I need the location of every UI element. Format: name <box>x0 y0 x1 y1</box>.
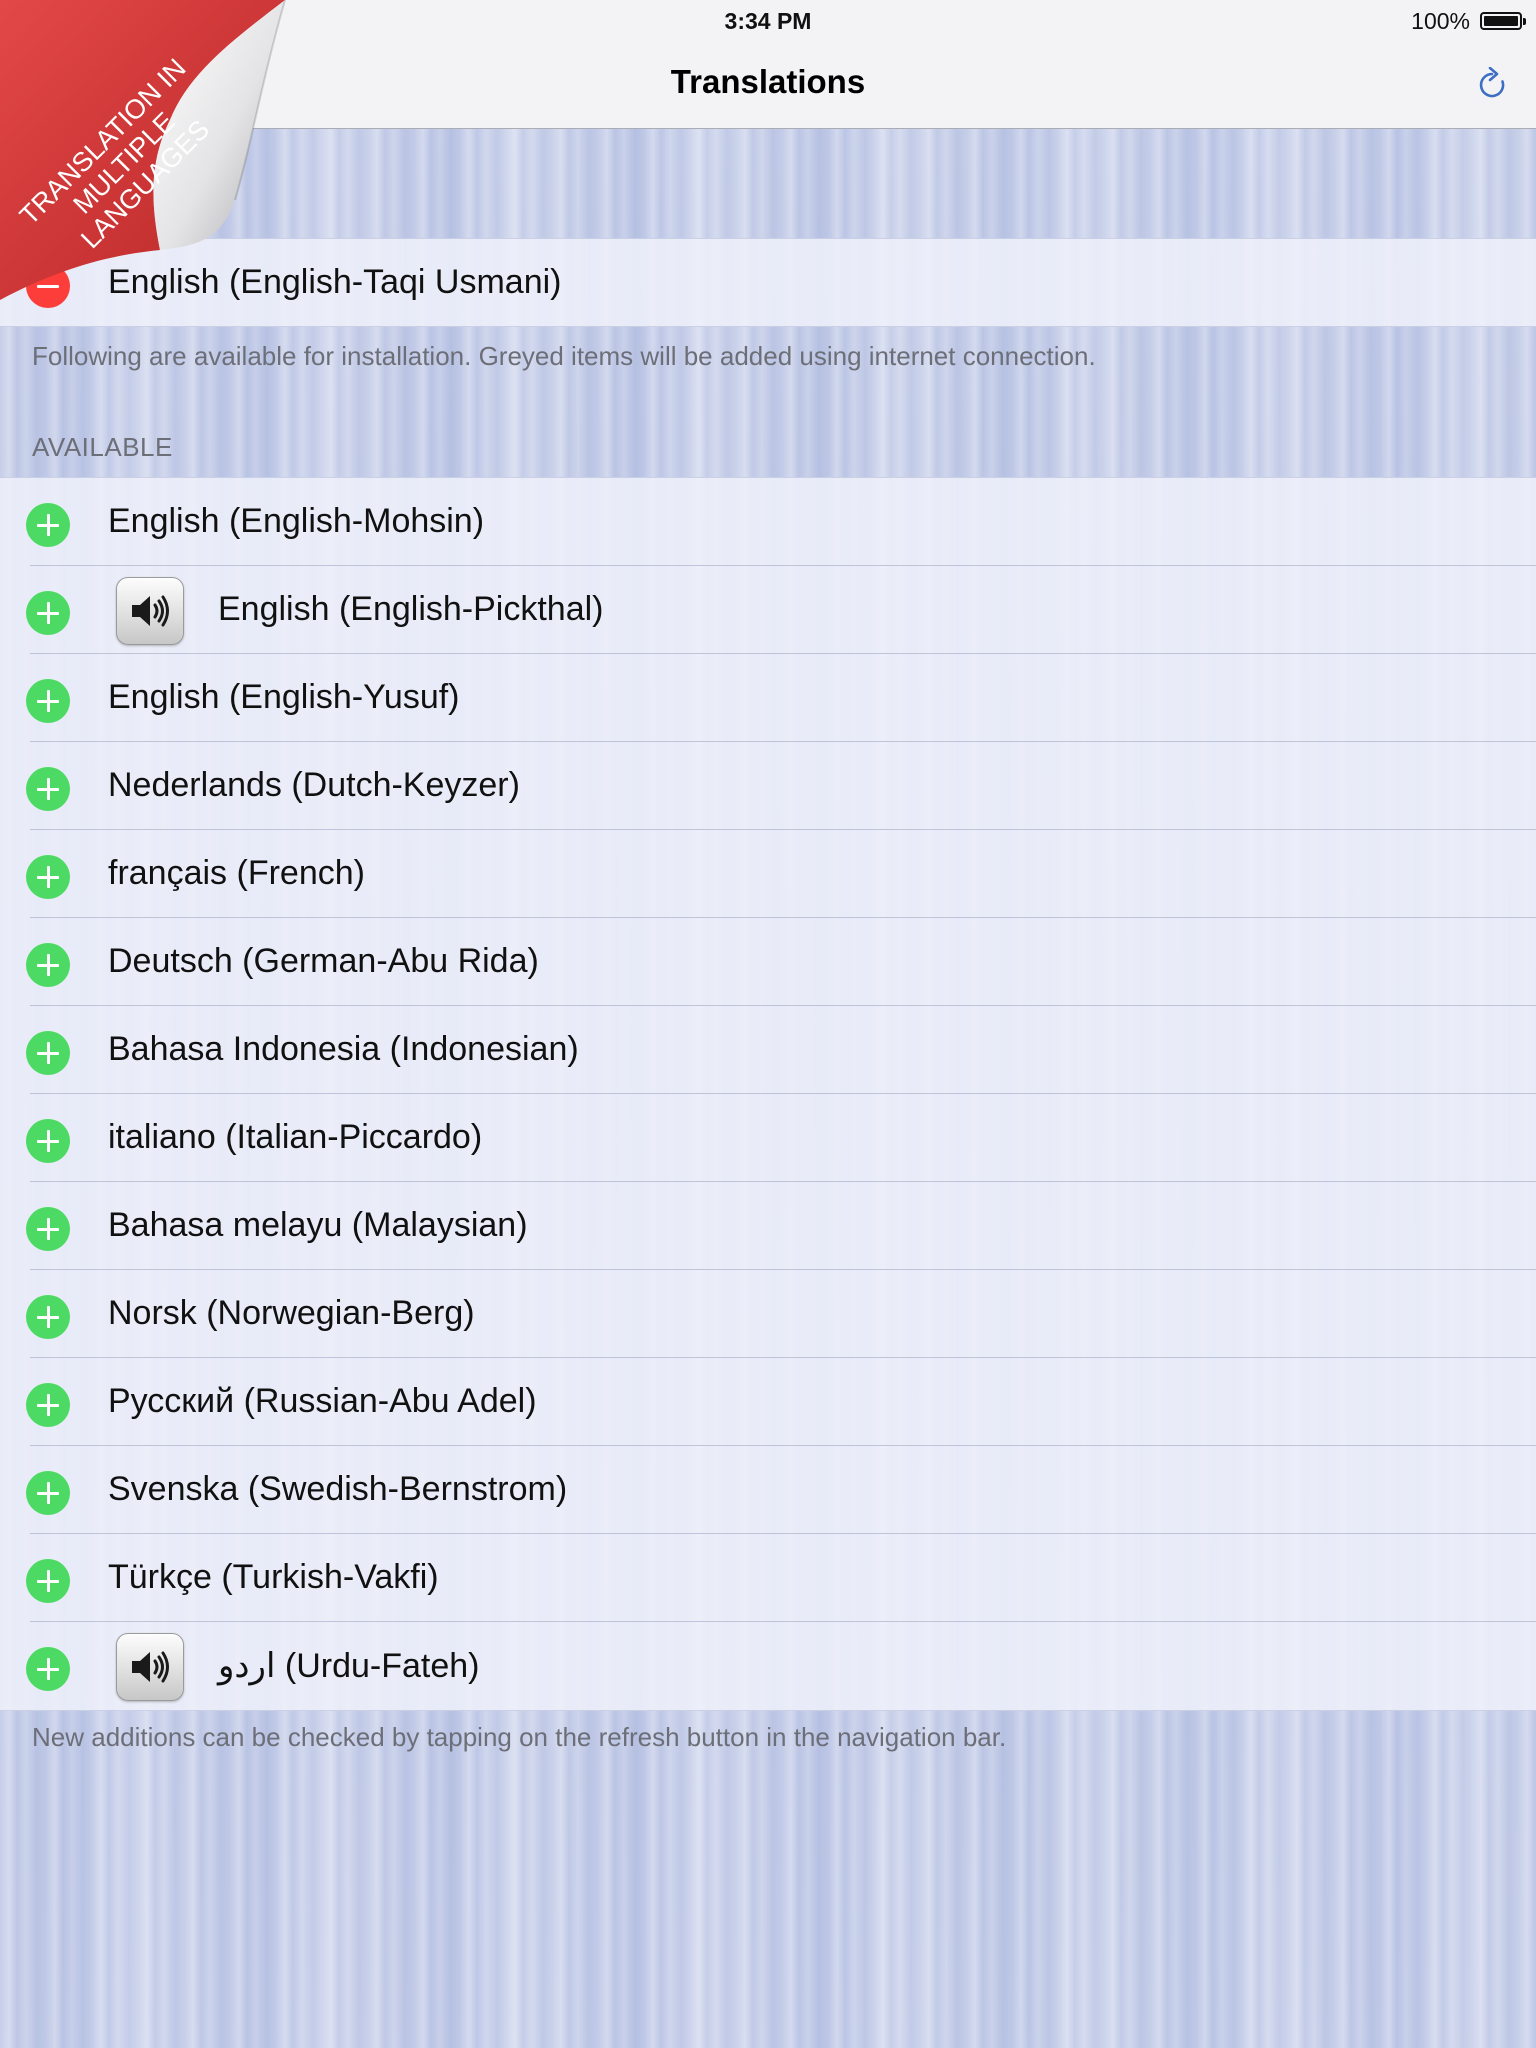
translation-label: français (French) <box>108 854 365 892</box>
plus-icon <box>46 690 50 712</box>
available-translation-row[interactable]: Deutsch (German-Abu Rida) <box>0 918 1536 1006</box>
plus-icon <box>46 1042 50 1064</box>
status-bar: 3:34 PM 100% <box>0 0 1536 40</box>
minus-icon <box>37 284 59 288</box>
add-translation-button[interactable] <box>26 1031 70 1075</box>
add-translation-button[interactable] <box>26 1647 70 1691</box>
add-translation-button[interactable] <box>26 1295 70 1339</box>
available-section-footer: New additions can be checked by tapping … <box>32 1722 1007 1752</box>
plus-icon <box>46 954 50 976</box>
available-translation-row[interactable]: italiano (Italian-Piccardo) <box>0 1094 1536 1182</box>
battery-percentage: 100% <box>1411 8 1470 34</box>
add-translation-button[interactable] <box>26 943 70 987</box>
plus-icon <box>46 602 50 624</box>
translation-label: Nederlands (Dutch-Keyzer) <box>108 766 520 804</box>
translation-label: italiano (Italian-Piccardo) <box>108 1118 483 1156</box>
available-translation-row[interactable]: اردو (Urdu-Fateh) <box>0 1622 1536 1710</box>
add-translation-button[interactable] <box>26 591 70 635</box>
battery-icon <box>1480 12 1526 30</box>
available-translation-row[interactable]: English (English-Pickthal) <box>0 566 1536 654</box>
add-translation-button[interactable] <box>26 1559 70 1603</box>
translation-label: English (English-Mohsin) <box>108 502 485 540</box>
translation-label: English (English-Yusuf) <box>108 678 460 716</box>
refresh-icon <box>1479 67 1505 98</box>
plus-icon <box>46 1218 50 1240</box>
add-translation-button[interactable] <box>26 767 70 811</box>
translation-label: Svenska (Swedish-Bernstrom) <box>108 1470 568 1508</box>
page-title: Translations <box>670 63 866 100</box>
plus-icon <box>46 778 50 800</box>
plus-icon <box>46 1130 50 1152</box>
add-translation-button[interactable] <box>26 855 70 899</box>
add-translation-button[interactable] <box>26 1383 70 1427</box>
translation-label: Bahasa Indonesia (Indonesian) <box>108 1030 579 1068</box>
available-translations-list: English (English-Mohsin) English (English… <box>0 477 1536 1711</box>
plus-icon <box>46 1482 50 1504</box>
installed-translation-row[interactable]: English (English-Taqi Usmani) <box>0 239 1536 326</box>
available-translation-row[interactable]: Bahasa melayu (Malaysian) <box>0 1182 1536 1270</box>
add-translation-button[interactable] <box>26 1471 70 1515</box>
add-translation-button[interactable] <box>26 1119 70 1163</box>
add-translation-button[interactable] <box>26 1207 70 1251</box>
plus-icon <box>46 1658 50 1680</box>
translation-label: Türkçe (Turkish-Vakfi) <box>108 1558 439 1596</box>
available-translation-row[interactable]: Nederlands (Dutch-Keyzer) <box>0 742 1536 830</box>
installed-section-footer: Following are available for installation… <box>32 341 1096 371</box>
navigation-bar: Translations <box>0 40 1536 129</box>
translation-label: Bahasa melayu (Malaysian) <box>108 1206 528 1244</box>
translation-label: اردو (Urdu-Fateh) <box>218 1647 480 1685</box>
remove-translation-button[interactable] <box>26 264 70 308</box>
refresh-button[interactable] <box>1468 60 1516 108</box>
audio-speaker-icon <box>116 577 184 645</box>
available-translation-row[interactable]: français (French) <box>0 830 1536 918</box>
translation-label: English (English-Pickthal) <box>218 590 604 628</box>
available-section-header: AVAILABLE <box>32 432 173 462</box>
available-translation-row[interactable]: Türkçe (Turkish-Vakfi) <box>0 1534 1536 1622</box>
translation-label: Deutsch (German-Abu Rida) <box>108 942 539 980</box>
translation-label: Русский (Russian-Abu Adel) <box>108 1382 537 1420</box>
plus-icon <box>46 1394 50 1416</box>
installed-translations-list: English (English-Taqi Usmani) <box>0 238 1536 327</box>
plus-icon <box>46 1570 50 1592</box>
available-translation-row[interactable]: English (English-Yusuf) <box>0 654 1536 742</box>
plus-icon <box>46 866 50 888</box>
add-translation-button[interactable] <box>26 679 70 723</box>
available-translation-row[interactable]: Русский (Russian-Abu Adel) <box>0 1358 1536 1446</box>
status-time: 3:34 PM <box>724 8 812 34</box>
plus-icon <box>46 514 50 536</box>
translation-label: English (English-Taqi Usmani) <box>108 263 562 301</box>
add-translation-button[interactable] <box>26 503 70 547</box>
available-translation-row[interactable]: Bahasa Indonesia (Indonesian) <box>0 1006 1536 1094</box>
available-translation-row[interactable]: Norsk (Norwegian-Berg) <box>0 1270 1536 1358</box>
available-translation-row[interactable]: Svenska (Swedish-Bernstrom) <box>0 1446 1536 1534</box>
audio-speaker-icon <box>116 1633 184 1701</box>
available-translation-row[interactable]: English (English-Mohsin) <box>0 478 1536 566</box>
translation-label: Norsk (Norwegian-Berg) <box>108 1294 475 1332</box>
plus-icon <box>46 1306 50 1328</box>
